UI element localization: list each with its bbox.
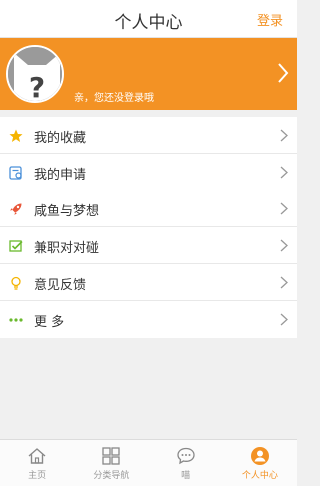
menu-item-favorites[interactable]: 我的收藏 bbox=[0, 117, 297, 154]
tab-home[interactable]: 主页 bbox=[0, 440, 74, 486]
tab-label: 分类导航 bbox=[93, 471, 130, 481]
profile-banner[interactable]: ? 亲，您还没登录哦 bbox=[0, 38, 297, 110]
menu-item-label: 兼职对对碰 bbox=[34, 241, 100, 256]
bottom-tab-bar: 主页 分类导航 喵 个人中心 bbox=[0, 439, 297, 486]
grid-icon bbox=[102, 447, 121, 465]
chevron-right-icon bbox=[280, 239, 288, 252]
menu-item-feedback[interactable]: 意见反馈 bbox=[0, 264, 297, 301]
menu-item-label: 我的收藏 bbox=[34, 131, 87, 146]
tab-meow[interactable]: 喵 bbox=[149, 440, 223, 486]
chevron-right-icon bbox=[280, 129, 288, 142]
menu-item-dreams[interactable]: 咸鱼与梦想 bbox=[0, 190, 297, 227]
top-bar: 个人中心 登录 bbox=[0, 0, 297, 38]
tab-label: 主页 bbox=[28, 471, 47, 481]
tab-label: 个人中心 bbox=[241, 471, 278, 481]
menu-item-part-time[interactable]: 兼职对对碰 bbox=[0, 227, 297, 264]
tab-profile[interactable]: 个人中心 bbox=[223, 440, 297, 486]
chevron-right-icon bbox=[280, 166, 288, 179]
rocket-icon bbox=[10, 203, 22, 215]
user-icon bbox=[250, 447, 269, 465]
chevron-right-icon bbox=[278, 63, 289, 83]
tab-categories[interactable]: 分类导航 bbox=[74, 440, 148, 486]
avatar: ? bbox=[6, 45, 64, 103]
menu-item-more[interactable]: 更 多 bbox=[0, 301, 297, 338]
home-icon bbox=[28, 448, 46, 464]
checkbox-icon bbox=[9, 240, 23, 252]
menu-item-label: 咸鱼与梦想 bbox=[34, 204, 100, 219]
star-icon bbox=[9, 129, 23, 142]
login-button[interactable]: 登录 bbox=[257, 10, 283, 29]
application-icon bbox=[9, 166, 22, 180]
chevron-right-icon bbox=[280, 202, 288, 215]
tab-label: 喵 bbox=[181, 471, 191, 481]
chevron-right-icon bbox=[280, 276, 288, 289]
lightbulb-icon bbox=[11, 276, 21, 290]
menu-item-label: 意见反馈 bbox=[34, 278, 87, 293]
page-title: 个人中心 bbox=[114, 13, 183, 33]
login-hint: 亲，您还没登录哦 bbox=[74, 93, 154, 104]
chevron-right-icon bbox=[280, 313, 288, 326]
svg-text:?: ? bbox=[29, 71, 45, 103]
menu-item-label: 我的申请 bbox=[34, 168, 87, 183]
chat-bubble-icon bbox=[176, 447, 195, 465]
menu-item-label: 更 多 bbox=[34, 315, 65, 330]
default-avatar-icon: ? bbox=[8, 47, 62, 103]
more-dots-icon bbox=[9, 318, 23, 322]
menu-group-more: 咸鱼与梦想 兼职对对碰 意见反馈 更 多 bbox=[0, 190, 297, 338]
menu-item-applications[interactable]: 我的申请 bbox=[0, 154, 297, 191]
menu-group-favorites: 我的收藏 我的申请 bbox=[0, 117, 297, 191]
